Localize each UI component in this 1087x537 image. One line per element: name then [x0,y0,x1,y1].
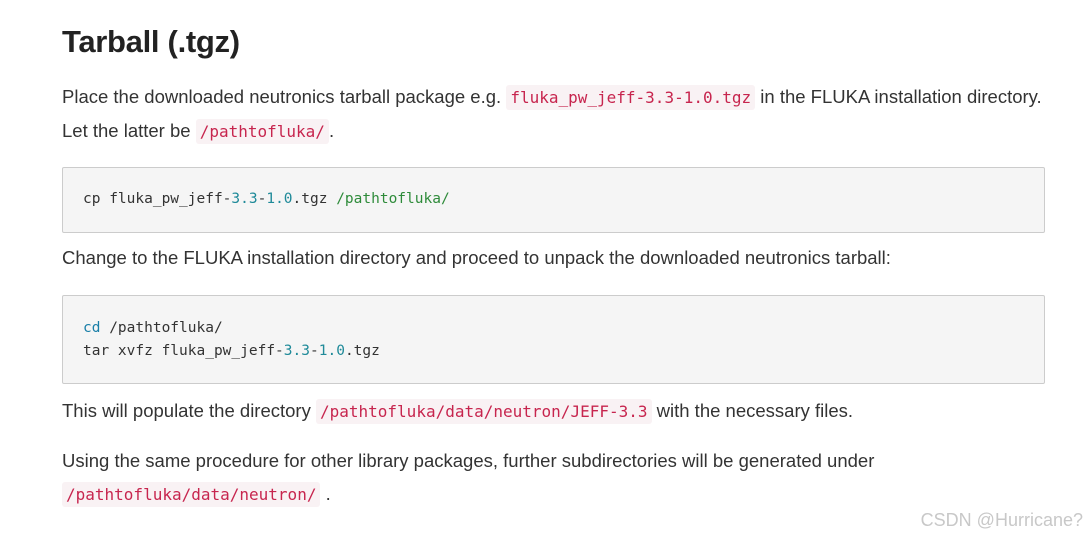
code-line: cd /pathtofluka/ [83,320,223,336]
text: Using the same procedure for other libra… [62,450,875,471]
code-block-copy[interactable]: cp fluka_pw_jeff-3.3-1.0.tgz /pathtofluk… [62,167,1045,233]
inline-code-neutron-dir: /pathtofluka/data/neutron/ [62,482,321,507]
watermark: CSDN @Hurricane? [920,510,1083,530]
paragraph-unpack: Change to the FLUKA installation directo… [62,247,891,268]
text: Place the downloaded neutronics tarball … [62,86,507,107]
code-line: cp fluka_pw_jeff-3.3-1.0.tgz /pathtofluk… [83,191,450,207]
inline-code-jeff-dir: /pathtofluka/data/neutron/JEFF-3.3 [315,399,652,424]
text: with the necessary files. [651,400,854,421]
paragraph-populate: This will populate the directory /pathto… [62,394,1045,428]
paragraph-place-tarball: Place the downloaded neutronics tarball … [62,80,1045,148]
text: . [328,120,335,141]
inline-code-pathtofluka: /pathtofluka/ [195,119,329,144]
inline-code-tarball-name: fluka_pw_jeff-3.3-1.0.tgz [506,85,756,110]
text: . [320,483,331,504]
code-block-unpack[interactable]: cd /pathtofluka/ tar xvfz fluka_pw_jeff-… [62,295,1045,384]
paragraph-other-libraries: Using the same procedure for other libra… [62,444,1045,511]
code-line: tar xvfz fluka_pw_jeff-3.3-1.0.tgz [83,343,380,359]
section-heading: Tarball (.tgz) [62,24,240,59]
text: This will populate the directory [62,400,316,421]
